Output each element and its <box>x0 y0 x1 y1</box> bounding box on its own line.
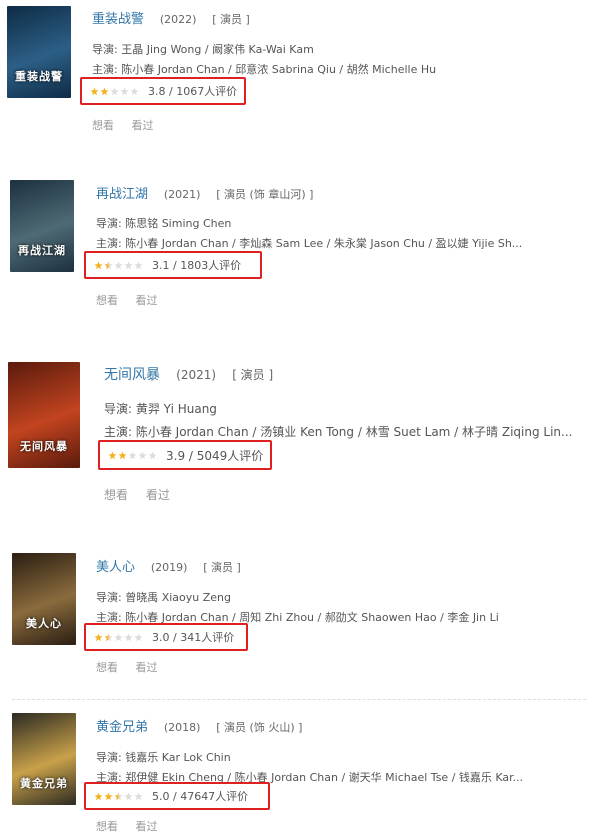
movie-role: [ 演员 ] <box>232 368 274 382</box>
rating-text: 3.9 / 5049人评价 <box>166 448 264 463</box>
rating-stars <box>94 260 144 270</box>
movie-role: [ 演员 ] <box>212 13 250 26</box>
movie-year: (2022) <box>159 13 197 26</box>
poster-title: 再战江湖 <box>18 244 66 257</box>
movie-title-link[interactable]: 黄金兄弟 <box>96 720 148 735</box>
want-to-watch-button[interactable]: 想看 <box>96 294 118 307</box>
want-to-watch-button[interactable]: 想看 <box>96 661 118 674</box>
movie-director: 导演: 钱嘉乐 Kar Lok Chin <box>96 751 231 764</box>
rating-stars <box>108 450 158 460</box>
watched-button[interactable]: 看过 <box>136 661 158 674</box>
movie-poster[interactable]: 无间风暴 <box>8 362 80 468</box>
want-to-watch-button[interactable]: 想看 <box>92 119 114 132</box>
movie-poster[interactable]: 再战江湖 <box>10 180 74 272</box>
watched-button[interactable]: 看过 <box>132 119 154 132</box>
star-full-icon <box>104 791 113 800</box>
star-full-icon <box>94 260 103 269</box>
star-empty-icon <box>148 450 157 459</box>
movie-title-link[interactable]: 重装战警 <box>92 12 144 27</box>
want-to-watch-button[interactable]: 想看 <box>96 820 118 833</box>
star-empty-icon <box>124 260 133 269</box>
movie-role: [ 演员 (饰 火山) ] <box>216 721 303 734</box>
movie-role: [ 演员 ] <box>203 561 241 574</box>
movie-title-link[interactable]: 再战江湖 <box>96 187 148 202</box>
poster-title: 美人心 <box>26 617 62 630</box>
movie-cast: 主演: 陈小春 Jordan Chan / 汤镇业 Ken Tong / 林雪 … <box>104 425 573 439</box>
rating-stars <box>94 632 144 642</box>
rating-box: 3.9 / 5049人评价 <box>98 440 272 470</box>
movie-year: (2021) <box>176 368 217 382</box>
rating-text: 3.1 / 1803人评价 <box>152 259 242 272</box>
watched-button[interactable]: 看过 <box>136 820 158 833</box>
star-empty-icon <box>114 260 123 269</box>
star-empty-icon <box>128 450 137 459</box>
star-half-icon <box>114 791 123 800</box>
star-full-icon <box>94 791 103 800</box>
star-empty-icon <box>134 260 143 269</box>
movie-poster[interactable]: 黄金兄弟 <box>12 713 76 805</box>
rating-box: 5.0 / 47647人评价 <box>84 782 270 810</box>
movie-year: (2019) <box>150 561 188 574</box>
movie-director: 导演: 黄羿 Yi Huang <box>104 402 217 416</box>
star-empty-icon <box>124 791 133 800</box>
rating-box: 3.0 / 341人评价 <box>84 623 248 651</box>
movie-director: 导演: 王晶 Jing Wong / 阚家伟 Ka-Wai Kam <box>92 43 314 56</box>
star-full-icon <box>94 632 103 641</box>
watched-button[interactable]: 看过 <box>136 294 158 307</box>
poster-title: 黄金兄弟 <box>20 777 68 790</box>
star-empty-icon <box>120 86 129 95</box>
watched-button[interactable]: 看过 <box>146 488 170 502</box>
rating-box: 3.8 / 1067人评价 <box>80 77 246 105</box>
star-empty-icon <box>124 632 133 641</box>
movie-cast: 主演: 陈小春 Jordan Chan / 邱意浓 Sabrina Qiu / … <box>92 63 437 76</box>
star-full-icon <box>100 86 109 95</box>
poster-title: 无间风暴 <box>20 440 68 453</box>
star-empty-icon <box>114 632 123 641</box>
rating-text: 3.8 / 1067人评价 <box>148 85 238 98</box>
movie-director: 导演: 陈思铭 Siming Chen <box>96 217 232 230</box>
star-empty-icon <box>138 450 147 459</box>
rating-stars <box>94 791 144 801</box>
star-full-icon <box>118 450 127 459</box>
star-empty-icon <box>134 791 143 800</box>
movie-year: (2018) <box>163 721 201 734</box>
rating-box: 3.1 / 1803人评价 <box>84 251 262 279</box>
divider <box>12 699 586 700</box>
movie-cast: 主演: 陈小春 Jordan Chan / 李灿森 Sam Lee / 朱永棠 … <box>96 237 523 250</box>
rating-text: 5.0 / 47647人评价 <box>152 790 249 803</box>
star-empty-icon <box>130 86 139 95</box>
star-full-icon <box>90 86 99 95</box>
rating-text: 3.0 / 341人评价 <box>152 631 235 644</box>
movie-year: (2021) <box>163 188 201 201</box>
rating-stars <box>90 86 140 96</box>
movie-poster[interactable]: 重装战警 <box>7 6 71 98</box>
movie-title-link[interactable]: 无间风暴 <box>104 367 160 383</box>
star-empty-icon <box>110 86 119 95</box>
movie-role: [ 演员 (饰 章山河) ] <box>216 188 314 201</box>
movie-title-link[interactable]: 美人心 <box>96 560 135 575</box>
star-half-icon <box>104 260 113 269</box>
want-to-watch-button[interactable]: 想看 <box>104 488 128 502</box>
poster-title: 重装战警 <box>15 70 63 83</box>
star-empty-icon <box>134 632 143 641</box>
star-half-icon <box>104 632 113 641</box>
movie-poster[interactable]: 美人心 <box>12 553 76 645</box>
star-full-icon <box>108 450 117 459</box>
movie-director: 导演: 曾晓禹 Xiaoyu Zeng <box>96 591 231 604</box>
